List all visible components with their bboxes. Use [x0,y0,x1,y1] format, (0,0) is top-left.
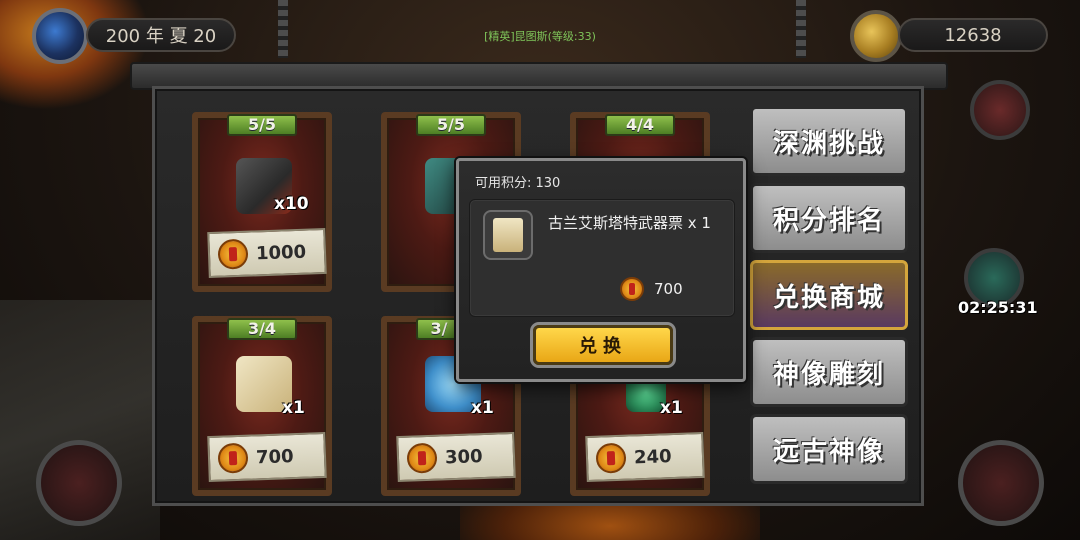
knight-helmet-icon[interactable] [958,440,1044,526]
date-text: 200 年 夏 20 [105,26,217,47]
date-display: 200 年 夏 20 [86,18,236,52]
points-icon [217,442,249,474]
redeem-button[interactable]: 兑换 [533,325,673,365]
points-icon [406,442,438,474]
price-tag: 1000 [207,227,327,279]
npc-label: [精英]昆图斯(等级:33) [484,30,596,43]
points-icon [595,442,627,474]
coin-display: 12638 [898,18,1048,52]
price-amount: 240 [633,445,672,468]
item-quantity: x10 [274,194,309,214]
item-quantity: x1 [471,398,494,418]
price-amount: 300 [444,445,483,468]
stock-badge: 5/5 [227,114,297,136]
shop-card-1[interactable]: 5/5 x10 1000 [192,112,332,292]
menu-ancient-statue[interactable]: 远古神像 [750,414,908,484]
menu-statue-carving[interactable]: 神像雕刻 [750,337,908,407]
popup-item-panel: 古兰艾斯塔特武器票 x 1 700 [469,199,735,317]
chain-left [278,0,288,58]
popup-price: 700 [620,277,683,301]
stock-badge: 4/4 [605,114,675,136]
price-tag: 240 [585,431,705,483]
price-amount: 700 [255,445,294,468]
price-tag: 700 [207,431,327,483]
hero-portrait-icon[interactable] [970,80,1030,140]
popup-item-name: 古兰艾斯塔特武器票 x 1 [548,214,711,232]
stock-badge: 3/4 [227,318,297,340]
coin-icon [850,10,902,62]
weapon-ticket-icon [483,210,533,260]
menu-points-ranking[interactable]: 积分排名 [750,183,908,253]
redeem-popup: 可用积分: 130 古兰艾斯塔特武器票 x 1 700 兑换 [456,158,746,382]
stock-badge: 5/5 [416,114,486,136]
points-icon [620,277,644,301]
price-tag: 300 [396,431,516,483]
event-timer: 02:25:31 [958,298,1038,317]
season-emblem-icon [32,8,88,64]
available-points: 可用积分: 130 [475,176,561,191]
points-icon [217,238,249,270]
item-quantity: x1 [660,398,683,418]
menu-exchange-shop[interactable]: 兑换商城 [750,260,908,330]
chain-right [796,0,806,58]
popup-price-amount: 700 [654,280,683,298]
price-amount: 1000 [255,241,307,264]
coin-amount: 12638 [944,24,1002,46]
shop-card-4[interactable]: 3/4 x1 700 [192,316,332,496]
menu-abyss-challenge[interactable]: 深渊挑战 [750,106,908,176]
castle-icon[interactable] [36,440,122,526]
item-quantity: x1 [282,398,305,418]
